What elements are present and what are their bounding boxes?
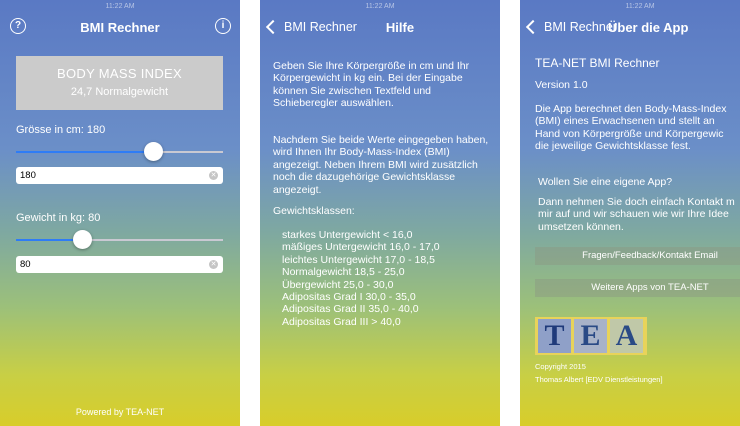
bmi-calculator-screen: 11:22 AM ? BMI Rechner i BODY MASS INDEX… bbox=[0, 0, 240, 426]
copyright: Copyright 2015 bbox=[535, 362, 586, 371]
list-item: starkes Untergewicht < 16,0 bbox=[282, 229, 413, 241]
list-item: mäßiges Untergewicht 16,0 - 17,0 bbox=[282, 241, 440, 254]
status-bar: 11:22 AM bbox=[520, 0, 740, 12]
about-screen: 11:22 AM BMI Rechner Über die App TEA-NE… bbox=[520, 0, 740, 426]
help-icon[interactable]: ? bbox=[10, 18, 26, 34]
status-bar: 11:22 AM bbox=[260, 0, 500, 12]
logo-letter-t: T bbox=[538, 319, 571, 353]
back-button[interactable]: BMI Rechner bbox=[524, 12, 617, 42]
bmi-heading: BODY MASS INDEX bbox=[57, 66, 182, 81]
weight-input[interactable]: 80 ✕ bbox=[16, 256, 223, 273]
weight-classes-list: starkes Untergewicht < 16,0 mäßiges Unte… bbox=[282, 229, 440, 328]
page-title: Hilfe bbox=[385, 19, 415, 35]
help-paragraph-result: Nachdem Sie beide Werte eingegeben haben… bbox=[273, 134, 489, 196]
weight-classes-heading: Gewichtsklassen: bbox=[273, 205, 355, 217]
app-name: TEA-NET BMI Rechner bbox=[535, 56, 660, 70]
height-slider[interactable] bbox=[16, 142, 223, 161]
page-title: Über die App bbox=[608, 19, 689, 35]
tea-logo: T E A bbox=[535, 317, 647, 355]
info-icon[interactable]: i bbox=[215, 18, 231, 34]
more-apps-button[interactable]: Weitere Apps von TEA-NET bbox=[535, 279, 740, 297]
help-paragraph-input: Geben Sie Ihre Körpergröße in cm und Ihr… bbox=[273, 60, 470, 110]
weight-slider[interactable] bbox=[16, 230, 223, 249]
height-input[interactable]: 180 ✕ bbox=[16, 167, 223, 184]
page-title: BMI Rechner bbox=[80, 19, 160, 35]
nav-bar: BMI Rechner Über die App bbox=[520, 12, 740, 42]
chevron-left-icon bbox=[265, 19, 281, 35]
status-time: 11:22 AM bbox=[625, 2, 655, 10]
app-description: Die App berechnet den Body-Mass-Index (B… bbox=[535, 103, 727, 153]
logo-letter-a: A bbox=[610, 319, 643, 353]
bmi-result: 24,7 Normalgewicht bbox=[70, 86, 169, 98]
bmi-result-box: BODY MASS INDEX 24,7 Normalgewicht bbox=[16, 56, 223, 110]
list-item: Adipositas Grad II 35,0 - 40,0 bbox=[282, 303, 419, 316]
back-label: BMI Rechner bbox=[544, 20, 617, 34]
list-item: Übergewicht 25,0 - 30,0 bbox=[282, 278, 394, 291]
help-screen: 11:22 AM BMI Rechner Hilfe Geben Sie Ihr… bbox=[260, 0, 500, 426]
status-time: 11:22 AM bbox=[105, 2, 135, 10]
height-label: Grösse in cm: 180 bbox=[16, 124, 106, 136]
nav-bar: BMI Rechner Hilfe bbox=[260, 12, 500, 42]
list-item: Adipositas Grad III > 40,0 bbox=[282, 315, 401, 328]
height-slider-fill bbox=[16, 151, 153, 153]
own-app-heading: Wollen Sie eine eigene App? bbox=[538, 176, 673, 188]
author: Thomas Albert [EDV Dienstleistungen] bbox=[535, 375, 663, 384]
list-item: leichtes Untergewicht 17,0 - 18,5 bbox=[282, 253, 435, 266]
list-item: Normalgewicht 18,5 - 25,0 bbox=[282, 266, 405, 279]
own-app-text: Dann nehmen Sie doch einfach Kontakt m m… bbox=[538, 196, 735, 233]
height-input-value: 180 bbox=[20, 170, 36, 181]
clear-icon[interactable]: ✕ bbox=[209, 171, 218, 180]
clear-icon[interactable]: ✕ bbox=[209, 260, 218, 269]
contact-email-button[interactable]: Fragen/Feedback/Kontakt Email bbox=[535, 247, 740, 265]
list-item: Adipositas Grad I 30,0 - 35,0 bbox=[282, 291, 416, 304]
back-label: BMI Rechner bbox=[284, 20, 357, 34]
status-bar: 11:22 AM bbox=[0, 0, 240, 12]
logo-letter-e: E bbox=[574, 319, 607, 353]
nav-bar: ? BMI Rechner i bbox=[0, 12, 240, 42]
weight-label: Gewicht in kg: 80 bbox=[16, 212, 101, 224]
chevron-left-icon bbox=[525, 19, 541, 35]
back-button[interactable]: BMI Rechner bbox=[264, 12, 357, 42]
height-slider-knob[interactable] bbox=[143, 142, 163, 161]
powered-by: Powered by TEA-NET bbox=[75, 407, 165, 417]
weight-input-value: 80 bbox=[20, 259, 31, 270]
app-version: Version 1.0 bbox=[535, 79, 588, 91]
weight-slider-knob[interactable] bbox=[73, 230, 93, 249]
status-time: 11:22 AM bbox=[365, 2, 395, 10]
